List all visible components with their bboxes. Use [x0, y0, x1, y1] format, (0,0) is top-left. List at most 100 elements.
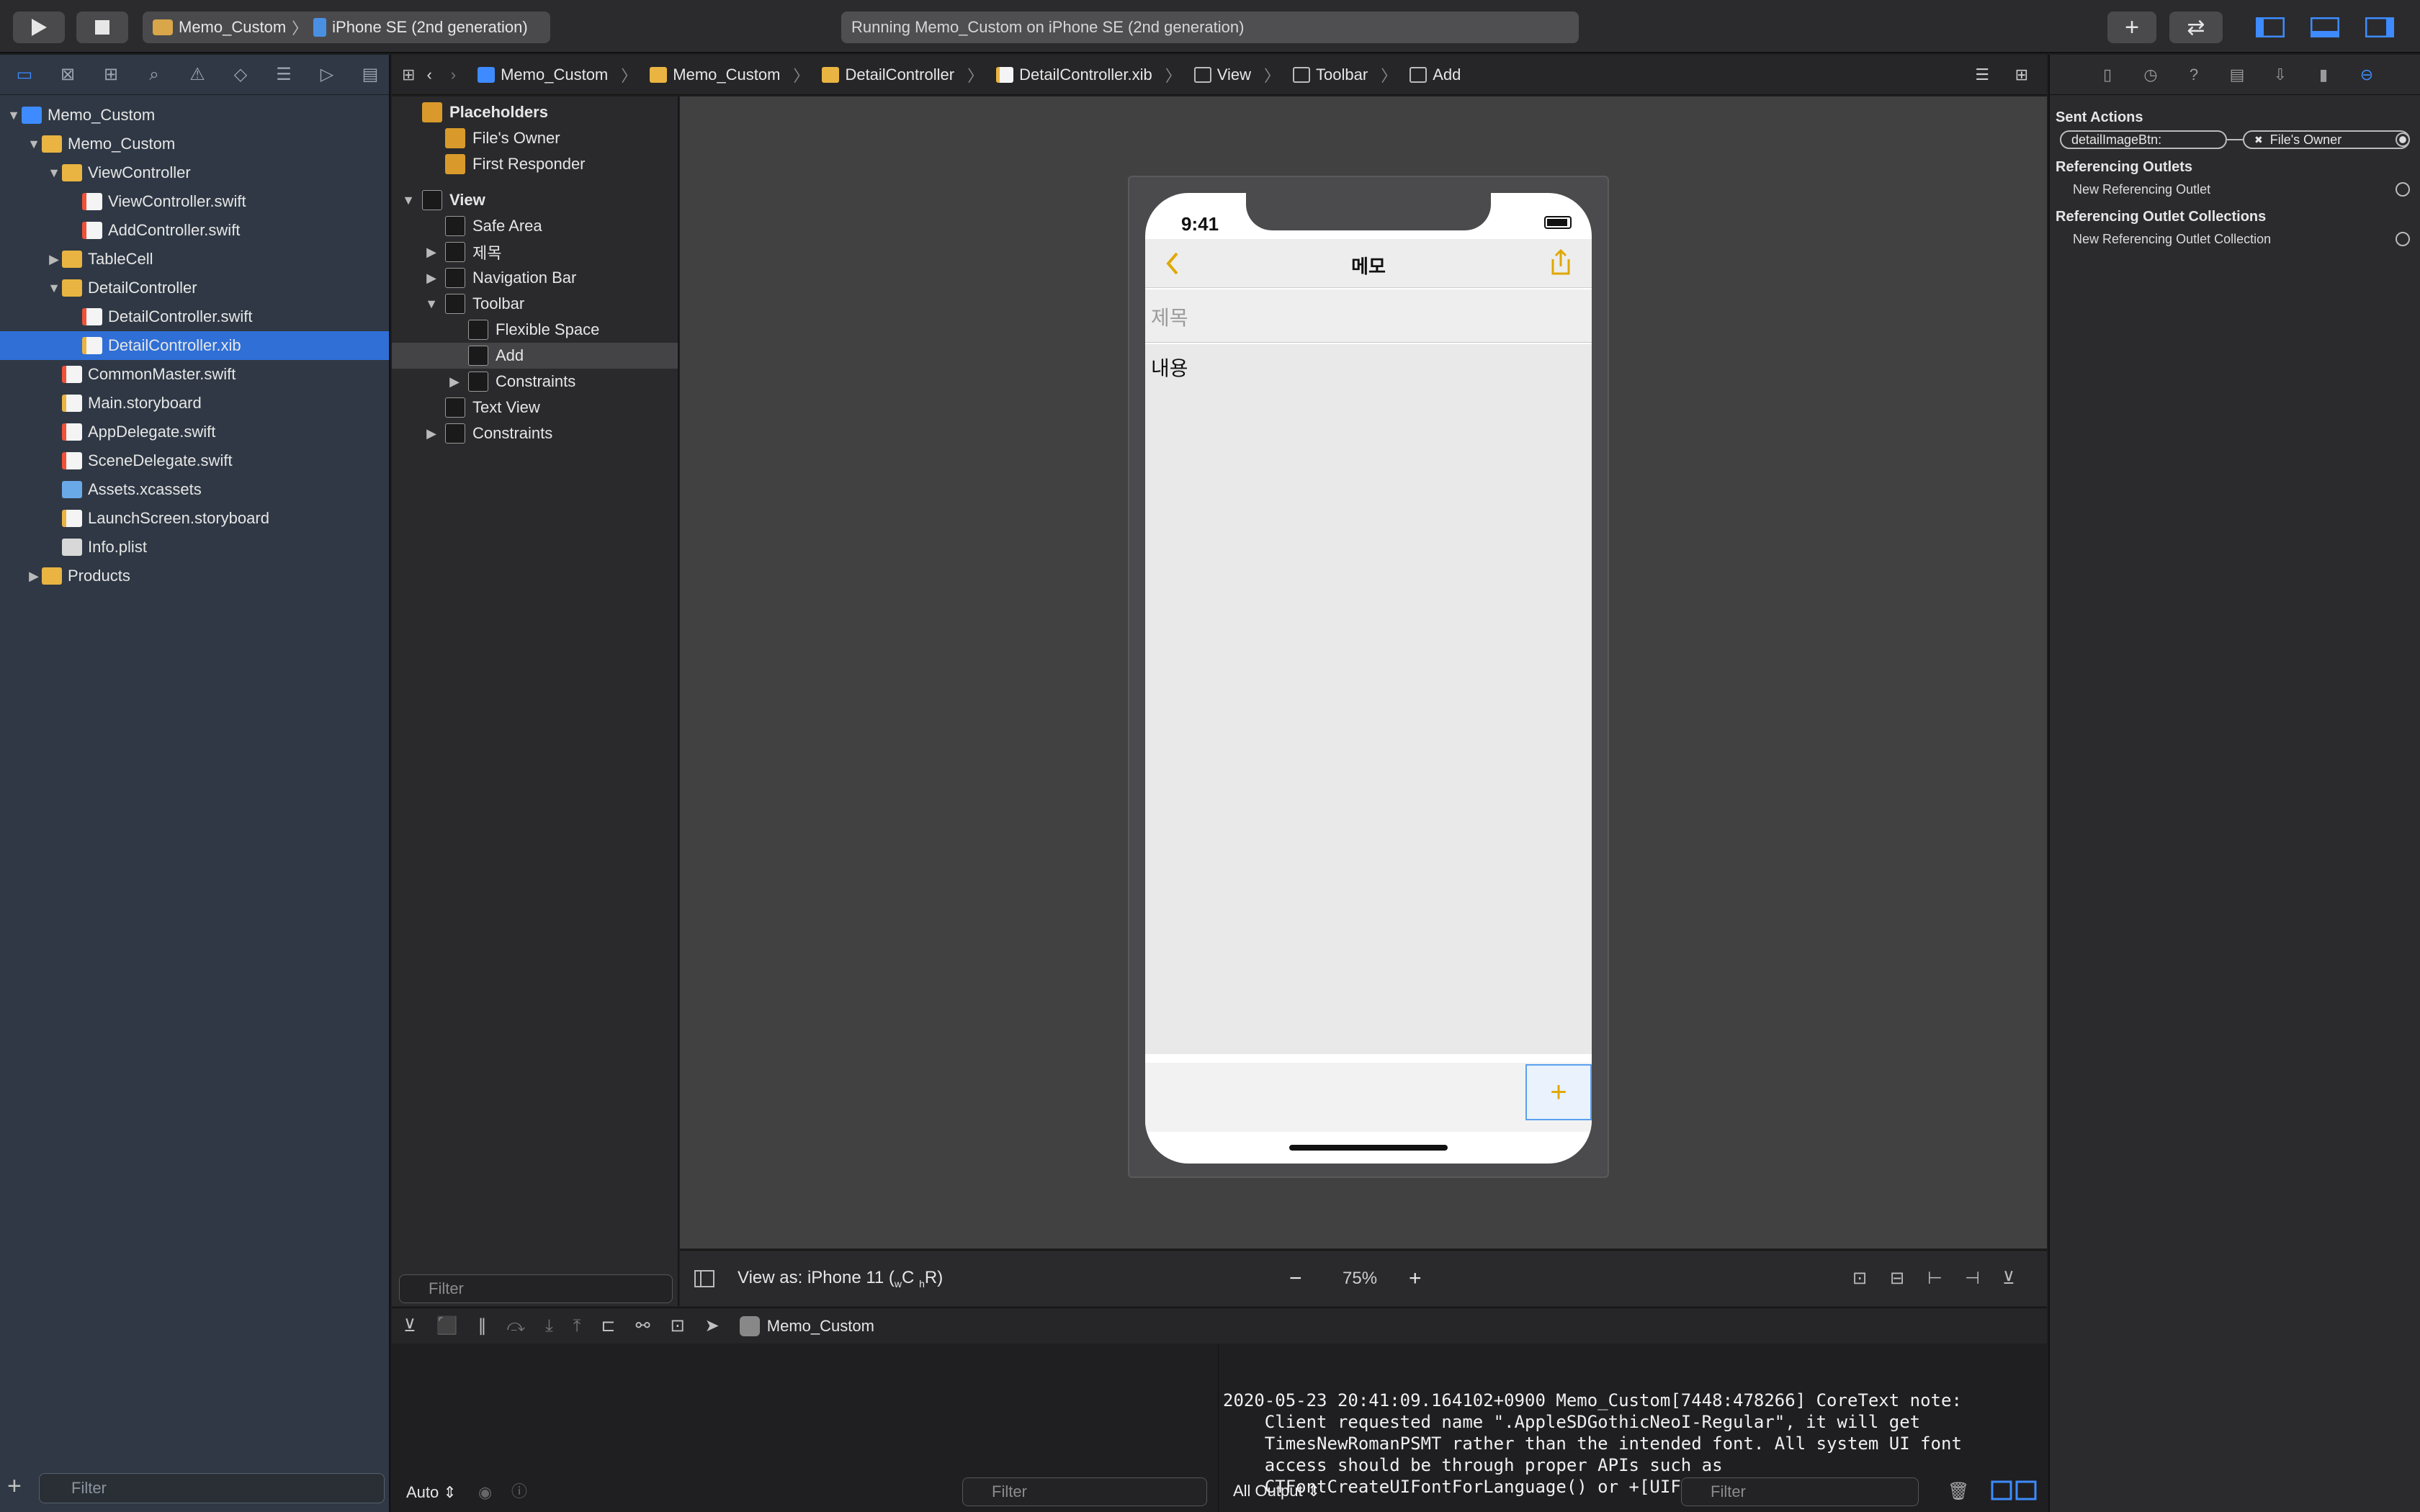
add-file-icon[interactable]: +	[7, 1472, 22, 1500]
file-inspector-icon[interactable]: ▯	[2094, 62, 2120, 88]
test-tab-icon[interactable]: ◇	[226, 60, 255, 89]
variables-filter-field[interactable]: Filter	[962, 1477, 1207, 1506]
navigation-bar[interactable]: 메모	[1145, 239, 1592, 288]
update-frames-icon[interactable]: ⊡	[1852, 1268, 1867, 1289]
embed-in-icon[interactable]: ⊟	[1890, 1268, 1904, 1289]
quick-look-icon[interactable]: ◉	[478, 1483, 492, 1502]
breadcrumb-item[interactable]: Toolbar 〉	[1293, 63, 1397, 86]
file-tree-row[interactable]: ▼ Memo_Custom	[0, 130, 389, 158]
hide-debug-area-icon[interactable]: ⊻	[403, 1315, 416, 1336]
outline-row[interactable]: ▶ 제목	[392, 239, 678, 265]
simulate-location-icon[interactable]: ➤	[705, 1315, 720, 1336]
file-tree-row[interactable]: ▼ Memo_Custom	[0, 101, 389, 130]
outline-row[interactable]: Placeholders	[392, 99, 678, 125]
outline-row[interactable]: ▶ Navigation Bar	[392, 265, 678, 291]
disclosure-triangle-icon[interactable]: ▼	[46, 166, 62, 181]
find-tab-icon[interactable]: ⌕	[140, 60, 169, 89]
disclosure-triangle-icon[interactable]: ▼	[400, 193, 416, 208]
environment-overrides-icon[interactable]: ⊡	[671, 1315, 685, 1336]
breakpoint-tab-icon[interactable]: ▷	[313, 60, 341, 89]
file-tree-row[interactable]: AppDelegate.swift	[0, 418, 389, 446]
align-icon[interactable]: ⊢	[1927, 1268, 1942, 1289]
disclosure-triangle-icon[interactable]: ▼	[46, 281, 62, 296]
file-tree-row[interactable]: ▶ Products	[0, 562, 389, 590]
breadcrumb-item[interactable]: DetailController 〉	[822, 63, 983, 86]
file-tree-row[interactable]: ▼ DetailController	[0, 274, 389, 302]
pause-icon[interactable]: ∥	[478, 1315, 486, 1336]
file-tree-row[interactable]: CommonMaster.swift	[0, 360, 389, 389]
outline-row[interactable]: ▼ View	[392, 187, 678, 213]
step-into-icon[interactable]: ⤓	[545, 1316, 553, 1336]
run-button[interactable]	[13, 12, 65, 43]
toggle-inspector-icon[interactable]	[2365, 17, 2394, 37]
view-as-label[interactable]: View as: iPhone 11 (wC hR)	[738, 1268, 943, 1290]
file-tree-row[interactable]: AddController.swift	[0, 216, 389, 245]
disclosure-triangle-icon[interactable]: ▼	[26, 137, 42, 152]
disclosure-triangle-icon[interactable]: ▶	[26, 569, 42, 584]
split-view-icon[interactable]	[1991, 1480, 2037, 1500]
help-inspector-icon[interactable]: ?	[2181, 62, 2207, 88]
content-text-view[interactable]: 내용	[1145, 344, 1592, 1054]
toggle-navigator-icon[interactable]	[2256, 17, 2285, 37]
memory-graph-icon[interactable]: ⚯	[635, 1315, 650, 1336]
attributes-inspector-icon[interactable]: ⇩	[2267, 62, 2293, 88]
breakpoints-toggle-icon[interactable]: ⬛	[436, 1315, 458, 1336]
file-tree-row[interactable]: ▶ TableCell	[0, 245, 389, 274]
add-editor-icon[interactable]: ⊞	[2015, 66, 2028, 84]
navigator-filter-field[interactable]: Filter	[39, 1473, 385, 1503]
file-tree-row[interactable]: SceneDelegate.swift	[0, 446, 389, 475]
remove-connection-icon[interactable]: ✖	[2254, 134, 2263, 146]
identity-inspector-icon[interactable]: ▤	[2224, 62, 2250, 88]
toggle-debug-area-icon[interactable]	[2311, 17, 2339, 37]
disclosure-triangle-icon[interactable]: ▼	[424, 297, 439, 312]
library-button[interactable]: +	[2107, 12, 2156, 43]
code-review-button[interactable]: ⇄	[2169, 12, 2223, 43]
zoom-out-icon[interactable]: −	[1289, 1266, 1302, 1291]
add-button[interactable]: +	[1525, 1064, 1592, 1120]
file-tree-row[interactable]: Main.storyboard	[0, 389, 389, 418]
outline-row[interactable]: File's Owner	[392, 125, 678, 151]
source-control-tab-icon[interactable]: ⊠	[53, 60, 82, 89]
new-referencing-outlet-row[interactable]: New Referencing Outlet	[2050, 177, 2420, 202]
breadcrumb-item[interactable]: Add	[1410, 66, 1461, 84]
breadcrumb-item[interactable]: View 〉	[1193, 63, 1280, 86]
add-constraints-icon[interactable]: ⊣	[1965, 1268, 1980, 1289]
disclosure-triangle-icon[interactable]: ▶	[424, 426, 439, 441]
hide-outline-icon[interactable]	[694, 1269, 714, 1287]
outline-row[interactable]: Safe Area	[392, 213, 678, 239]
breadcrumb-item[interactable]: Memo_Custom 〉	[478, 63, 637, 86]
info-icon[interactable]: ⓘ	[511, 1479, 527, 1502]
size-inspector-icon[interactable]: ▮	[2311, 62, 2336, 88]
trash-icon[interactable]: 🗑	[1948, 1480, 1969, 1502]
project-navigator-tab-icon[interactable]: ▭	[10, 60, 39, 89]
issue-tab-icon[interactable]: ⚠	[183, 60, 212, 89]
title-text-field[interactable]: 제목	[1145, 289, 1592, 343]
file-tree-row[interactable]: DetailController.swift	[0, 302, 389, 331]
outline-row[interactable]: ▶ Constraints	[392, 369, 678, 395]
auto-selector[interactable]: Auto ⇕	[406, 1483, 457, 1502]
outline-row[interactable]: Flexible Space	[392, 317, 678, 343]
process-selector[interactable]: Memo_Custom	[739, 1315, 874, 1336]
share-icon[interactable]	[1549, 248, 1573, 276]
report-tab-icon[interactable]: ▤	[356, 60, 385, 89]
file-tree-row[interactable]: LaunchScreen.storyboard	[0, 504, 389, 533]
scheme-selector[interactable]: Memo_Custom 〉 iPhone SE (2nd generation)	[143, 12, 550, 43]
related-items-icon[interactable]: ⊞	[402, 66, 415, 84]
breadcrumb-item[interactable]: DetailController.xib 〉	[996, 63, 1181, 86]
disclosure-triangle-icon[interactable]: ▼	[6, 108, 22, 123]
stop-button[interactable]	[76, 12, 128, 43]
outline-row[interactable]: ▼ Toolbar	[392, 291, 678, 317]
outline-row[interactable]: Text View	[392, 395, 678, 420]
file-tree-row[interactable]: Assets.xcassets	[0, 475, 389, 504]
zoom-in-icon[interactable]: +	[1409, 1266, 1422, 1291]
step-over-icon[interactable]: ⤼	[506, 1316, 525, 1336]
editor-options-icon[interactable]: ☰	[1975, 66, 1989, 84]
outline-row[interactable]: First Responder	[392, 151, 678, 177]
outline-filter-field[interactable]: Filter	[399, 1274, 673, 1303]
disclosure-triangle-icon[interactable]: ▶	[424, 271, 439, 286]
outline-row[interactable]: ▶ Constraints	[392, 420, 678, 446]
connections-inspector-icon[interactable]: ⊖	[2354, 62, 2380, 88]
file-tree-row[interactable]: Info.plist	[0, 533, 389, 562]
console-filter-field[interactable]: Filter	[1681, 1477, 1919, 1506]
connection-circle-icon[interactable]	[2396, 182, 2410, 197]
